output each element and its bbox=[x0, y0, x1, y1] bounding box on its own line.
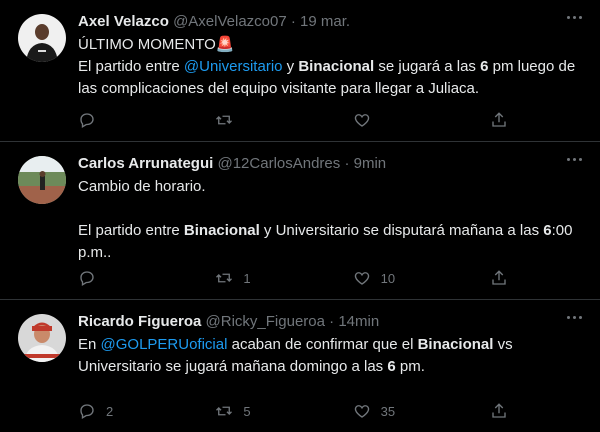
share-icon bbox=[490, 402, 508, 420]
retweet-icon bbox=[215, 111, 233, 129]
headline: Cambio de horario. bbox=[78, 178, 206, 195]
timestamp[interactable]: 14min bbox=[338, 313, 379, 330]
mention-link[interactable]: @Universitario bbox=[184, 58, 283, 75]
tweet-text: Cambio de horario. El partido entre Bina… bbox=[78, 176, 584, 264]
reply-icon bbox=[78, 111, 96, 129]
text-segment: y bbox=[282, 58, 299, 75]
mention-link[interactable]: @GOLPERUoficial bbox=[101, 336, 228, 353]
bold-text: 6 bbox=[387, 358, 396, 375]
like-icon bbox=[353, 111, 371, 129]
share-button[interactable] bbox=[490, 111, 508, 129]
retweet-button[interactable] bbox=[215, 111, 315, 129]
tweet-header: Axel Velazco @AxelVelazco07 · 19 mar. bbox=[78, 12, 584, 32]
share-button[interactable] bbox=[490, 269, 508, 287]
reply-button[interactable]: 2 bbox=[78, 402, 178, 420]
more-icon[interactable] bbox=[567, 158, 582, 161]
bold-text: 6 bbox=[543, 222, 552, 239]
retweet-button[interactable]: 5 bbox=[215, 402, 315, 420]
tweet-header: Carlos Arrunategui @12CarlosAndres · 9mi… bbox=[78, 154, 584, 174]
tweet[interactable]: Ricardo Figueroa @Ricky_Figueroa · 14min… bbox=[0, 300, 600, 432]
display-name[interactable]: Axel Velazco bbox=[78, 13, 169, 30]
tweet[interactable]: Carlos Arrunategui @12CarlosAndres · 9mi… bbox=[0, 142, 600, 300]
user-handle[interactable]: @12CarlosAndres bbox=[217, 155, 340, 172]
retweet-icon bbox=[215, 269, 233, 287]
timestamp[interactable]: 9min bbox=[354, 155, 387, 172]
like-icon bbox=[353, 269, 371, 287]
more-icon[interactable] bbox=[567, 16, 582, 19]
tweet-actions: 1 10 bbox=[78, 269, 508, 287]
separator-dot: · bbox=[344, 155, 350, 172]
separator-dot: · bbox=[290, 13, 296, 30]
bold-text: Binacional bbox=[183, 222, 260, 239]
avatar[interactable] bbox=[18, 156, 66, 204]
tweet-text: ÚLTIMO MOMENTO🚨 El partido entre @Univer… bbox=[78, 34, 584, 100]
text-segment: El partido entre bbox=[78, 58, 184, 75]
like-count: 35 bbox=[380, 403, 396, 419]
like-button[interactable]: 35 bbox=[353, 402, 453, 420]
share-icon bbox=[490, 269, 508, 287]
tweet-header: Ricardo Figueroa @Ricky_Figueroa · 14min bbox=[78, 312, 584, 332]
avatar[interactable] bbox=[18, 14, 66, 62]
retweet-count: 5 bbox=[243, 403, 251, 419]
reply-button[interactable] bbox=[78, 269, 178, 287]
more-icon[interactable] bbox=[567, 316, 582, 319]
text-segment: pm. bbox=[395, 358, 425, 375]
text-segment: acaban de confirmar que el bbox=[227, 336, 418, 353]
alarm-emoji: 🚨 bbox=[215, 36, 235, 53]
share-icon bbox=[490, 111, 508, 129]
like-button[interactable]: 10 bbox=[353, 269, 453, 287]
like-count: 10 bbox=[380, 270, 396, 286]
text-segment: y Universitario se disputará mañana a la… bbox=[259, 222, 544, 239]
text-segment: El partido entre bbox=[78, 222, 184, 239]
tweet-actions: 2 5 35 bbox=[78, 402, 508, 420]
separator-dot: · bbox=[329, 313, 335, 330]
tweet-actions bbox=[78, 111, 508, 129]
retweet-count: 1 bbox=[243, 270, 251, 286]
reply-count: 2 bbox=[106, 403, 114, 419]
share-button[interactable] bbox=[490, 402, 508, 420]
user-handle[interactable]: @Ricky_Figueroa bbox=[206, 313, 325, 330]
avatar[interactable] bbox=[18, 314, 66, 362]
display-name[interactable]: Carlos Arrunategui bbox=[78, 155, 213, 172]
retweet-icon bbox=[215, 402, 233, 420]
reply-icon bbox=[78, 402, 96, 420]
reply-button[interactable] bbox=[78, 111, 178, 129]
timestamp[interactable]: 19 mar. bbox=[300, 13, 350, 30]
text-segment: En bbox=[78, 336, 101, 353]
bold-text: Binacional bbox=[417, 336, 494, 353]
retweet-button[interactable]: 1 bbox=[215, 269, 315, 287]
like-button[interactable] bbox=[353, 111, 453, 129]
like-icon bbox=[353, 402, 371, 420]
tweet[interactable]: Axel Velazco @AxelVelazco07 · 19 mar. ÚL… bbox=[0, 0, 600, 142]
reply-icon bbox=[78, 269, 96, 287]
bold-text: Binacional bbox=[298, 58, 375, 75]
tweet-text: En @GOLPERUoficial acaban de confirmar q… bbox=[78, 334, 584, 378]
display-name[interactable]: Ricardo Figueroa bbox=[78, 313, 201, 330]
user-handle[interactable]: @AxelVelazco07 bbox=[173, 13, 287, 30]
text-segment: se jugará a las bbox=[374, 58, 481, 75]
headline: ÚLTIMO MOMENTO bbox=[78, 36, 216, 53]
